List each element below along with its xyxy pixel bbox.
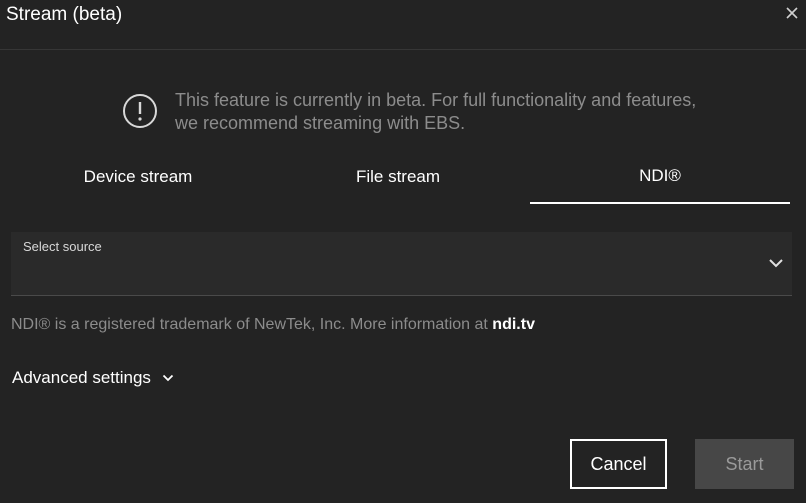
- stream-tabs: Device stream File stream NDI®: [0, 150, 806, 204]
- start-button[interactable]: Start: [695, 439, 794, 489]
- chevron-down-icon: [162, 374, 174, 382]
- ndi-trademark-note: NDI® is a registered trademark of NewTek…: [11, 316, 535, 334]
- tab-device-stream[interactable]: Device stream: [10, 150, 266, 204]
- source-select[interactable]: Select source: [11, 232, 792, 296]
- cancel-button[interactable]: Cancel: [570, 439, 667, 489]
- dialog-titlebar: Stream (beta): [0, 0, 806, 50]
- ndi-note-text: NDI® is a registered trademark of NewTek…: [11, 316, 493, 333]
- close-icon[interactable]: [784, 5, 800, 21]
- ndi-link[interactable]: ndi.tv: [492, 316, 535, 333]
- tab-ndi[interactable]: NDI®: [530, 150, 790, 204]
- beta-notice: This feature is currently in beta. For f…: [122, 89, 722, 137]
- source-select-label: Select source: [23, 239, 102, 254]
- dialog-title: Stream (beta): [6, 4, 123, 25]
- chevron-down-icon: [769, 259, 783, 268]
- info-circle-icon: [123, 94, 157, 128]
- tab-file-stream[interactable]: File stream: [270, 150, 526, 204]
- advanced-settings-label: Advanced settings: [12, 368, 151, 387]
- advanced-settings-toggle[interactable]: Advanced settings: [12, 368, 174, 388]
- beta-notice-text: This feature is currently in beta. For f…: [175, 90, 697, 133]
